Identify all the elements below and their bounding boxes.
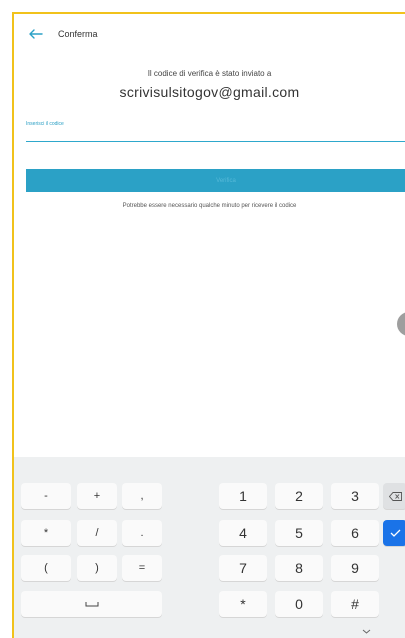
key-0[interactable]: 0 <box>275 591 323 617</box>
key-equals[interactable]: = <box>122 555 162 581</box>
backspace-icon <box>388 491 402 501</box>
key-asterisk[interactable]: * <box>21 520 71 546</box>
key-5[interactable]: 5 <box>275 520 323 546</box>
key-minus[interactable]: - <box>21 483 71 509</box>
backspace-key[interactable] <box>383 483 405 509</box>
key-star[interactable]: * <box>219 591 267 617</box>
key-3[interactable]: 3 <box>331 483 379 509</box>
space-bar-icon <box>85 602 98 607</box>
key-4[interactable]: 4 <box>219 520 267 546</box>
floating-handle[interactable] <box>397 312 405 336</box>
delay-hint-text: Potrebbe essere necessario qualche minut… <box>122 203 297 209</box>
key-7[interactable]: 7 <box>219 555 267 581</box>
space-key[interactable] <box>21 591 162 617</box>
app-window: Conferma Il codice di verifica è stato i… <box>12 12 405 638</box>
key-9[interactable]: 9 <box>331 555 379 581</box>
key-period[interactable]: . <box>122 520 162 546</box>
verification-info-text: Il codice di verifica è stato inviato a <box>147 69 272 78</box>
key-close-paren[interactable]: ) <box>77 555 117 581</box>
key-2[interactable]: 2 <box>275 483 323 509</box>
email-address: scrivisulsitogov@gmail.com <box>119 84 300 100</box>
numeric-keyboard: - + , * / . ( ) = 1 2 3 4 5 6 7 8 9 * 0 … <box>14 457 405 638</box>
verify-button[interactable]: Verifica <box>26 169 405 192</box>
key-1[interactable]: 1 <box>219 483 267 509</box>
key-slash[interactable]: / <box>77 520 117 546</box>
key-plus[interactable]: + <box>77 483 117 509</box>
key-open-paren[interactable]: ( <box>21 555 71 581</box>
chevron-down-icon <box>362 629 370 634</box>
key-comma[interactable]: , <box>122 483 162 509</box>
page-title: Conferma <box>58 29 98 39</box>
collapse-keyboard-button[interactable] <box>360 626 372 636</box>
back-button[interactable] <box>26 24 46 44</box>
key-hash[interactable]: # <box>331 591 379 617</box>
key-8[interactable]: 8 <box>275 555 323 581</box>
enter-key[interactable] <box>383 520 405 546</box>
verification-code-input[interactable] <box>26 127 405 142</box>
top-bar: Conferma <box>14 14 405 58</box>
key-6[interactable]: 6 <box>331 520 379 546</box>
checkmark-icon <box>390 529 400 537</box>
arrow-left-icon <box>29 29 43 39</box>
